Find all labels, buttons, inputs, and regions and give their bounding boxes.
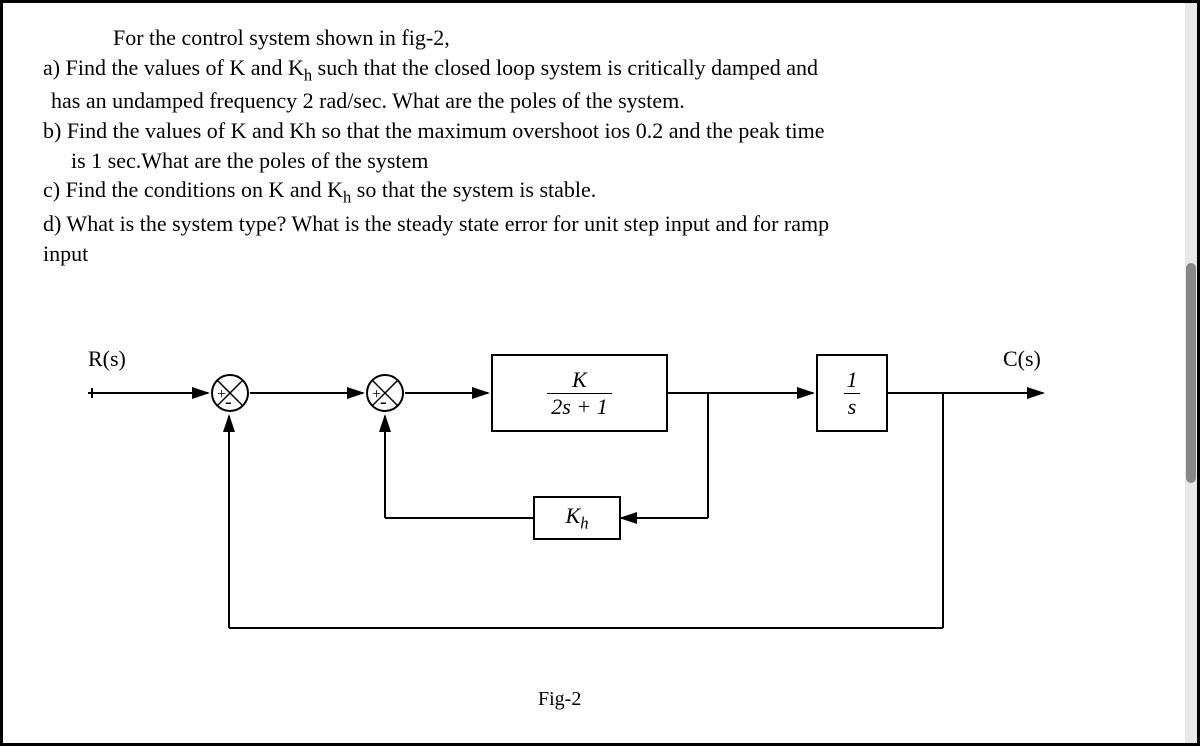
forward-block-1: K 2s + 1	[491, 354, 668, 432]
intro-line: For the control system shown in fig-2,	[43, 23, 1157, 53]
problem-text: For the control system shown in fig-2, a…	[43, 23, 1157, 268]
feedback-block: Kh	[533, 496, 621, 540]
summing-junction-2: + -	[366, 374, 404, 412]
item-a-line1: a) Find the values of K and Kh such that…	[43, 53, 1157, 87]
item-b-line1: b) Find the values of K and Kh so that t…	[43, 116, 1157, 146]
summing-junction-1: + -	[211, 374, 249, 412]
item-c: c) Find the conditions on K and Kh so th…	[43, 175, 1157, 209]
figure-label: Fig-2	[538, 688, 581, 711]
item-b-line2: is 1 sec.What are the poles of the syste…	[43, 146, 1157, 176]
item-d-line1: d) What is the system type? What is the …	[43, 209, 1157, 239]
item-a-line2: has an undamped frequency 2 rad/sec. Wha…	[43, 86, 1157, 116]
scrollbar-thumb[interactable]	[1186, 263, 1196, 483]
forward-block-2: 1 s	[816, 354, 888, 432]
block-diagram: R(s) C(s)	[43, 328, 1157, 728]
scrollbar-track[interactable]	[1185, 3, 1197, 743]
item-d-line2: input	[43, 239, 1157, 269]
